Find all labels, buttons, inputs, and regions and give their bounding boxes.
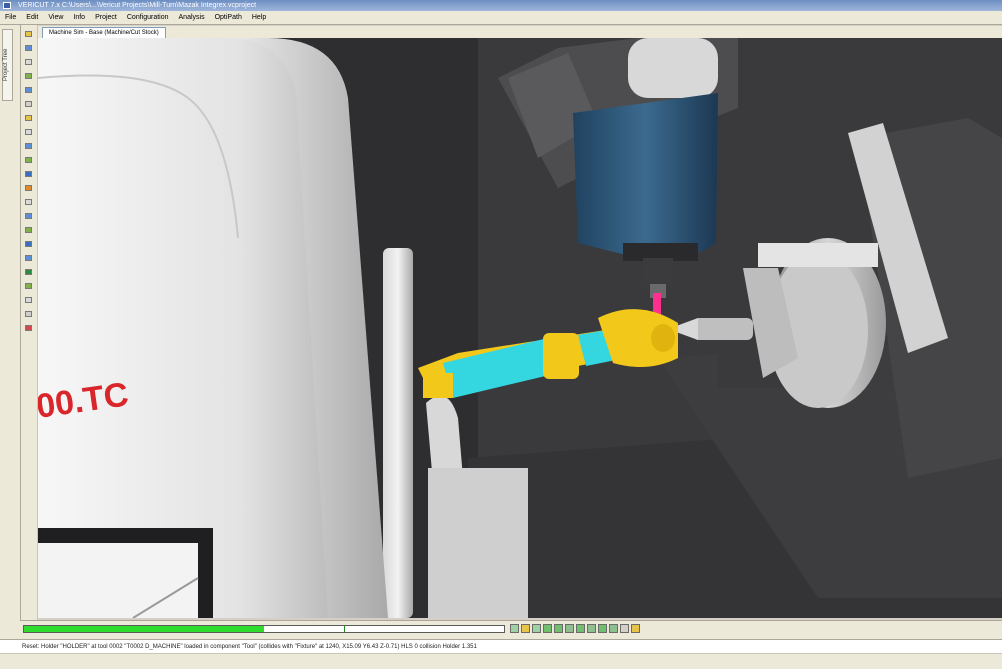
view-toolbar (21, 25, 38, 625)
sim-controls (510, 624, 640, 633)
layout-icon[interactable] (25, 255, 32, 261)
model-icon[interactable] (25, 199, 32, 205)
tool-holder (643, 258, 673, 286)
help-icon[interactable] (620, 624, 629, 633)
spindle-cap (628, 38, 718, 98)
error-icon[interactable] (25, 325, 32, 331)
window-title: VERICUT 7.x C:\Users\...\Vericut Project… (18, 2, 257, 9)
workpiece-end (423, 373, 453, 398)
chuck-jaw-top (758, 243, 878, 267)
live-center (693, 318, 753, 340)
check-icon[interactable] (25, 269, 32, 275)
menu-help[interactable]: Help (247, 14, 271, 21)
door-frame (383, 248, 413, 618)
zoom-icon[interactable] (25, 59, 32, 65)
window-titlebar: VERICUT 7.x C:\Users\...\Vericut Project… (0, 0, 1002, 11)
view-front-icon[interactable] (25, 115, 32, 121)
project-tree-tab[interactable]: Project Tree (2, 29, 13, 101)
stock-icon[interactable] (25, 227, 32, 233)
view-side-icon[interactable] (25, 143, 32, 149)
status-message: Reset: Holder "HOLDER" at tool 0002 "T00… (22, 644, 477, 650)
machine-viewport[interactable]: 00.TC (38, 38, 1002, 618)
tool-icon[interactable] (25, 213, 32, 219)
fit-icon[interactable] (25, 101, 32, 107)
simulation-progress (23, 625, 505, 633)
menu-file[interactable]: File (0, 14, 21, 21)
speed-icon[interactable] (576, 624, 585, 633)
save-icon[interactable] (25, 45, 32, 51)
spindle-head (573, 93, 718, 259)
pan-icon[interactable] (25, 73, 32, 79)
view-iso-icon[interactable] (25, 157, 32, 163)
machine-icon[interactable] (25, 241, 32, 247)
report-icon[interactable] (25, 297, 32, 303)
bottom-strip (0, 653, 1002, 669)
menu-edit[interactable]: Edit (21, 14, 43, 21)
close-icon[interactable] (609, 624, 618, 633)
workpiece-collar (543, 333, 579, 379)
settings-icon[interactable] (587, 624, 596, 633)
menu-view[interactable]: View (43, 14, 68, 21)
machine-scene: 00.TC (38, 38, 1002, 618)
section-icon[interactable] (25, 171, 32, 177)
left-panel: Project Tree (0, 25, 21, 655)
play-icon[interactable] (510, 624, 519, 633)
menu-optipath[interactable]: OptiPath (210, 14, 247, 21)
document-tabbar: Machine Sim - Base (Machine/Cut Stock) (38, 26, 1002, 38)
menu-info[interactable]: Info (68, 14, 90, 21)
step-icon[interactable] (532, 624, 541, 633)
pause-icon[interactable] (521, 624, 530, 633)
measure-icon[interactable] (25, 185, 32, 191)
info-icon[interactable] (598, 624, 607, 633)
open-icon[interactable] (25, 31, 32, 37)
status-bar: Reset: Holder "HOLDER" at tool 0002 "T00… (0, 639, 1002, 653)
simulation-toolbar (20, 620, 1002, 639)
app-icon (3, 2, 11, 9)
options-icon[interactable] (565, 624, 574, 633)
tab-machine-view[interactable]: Machine Sim - Base (Machine/Cut Stock) (42, 27, 166, 38)
compare-icon[interactable] (25, 283, 32, 289)
progress-marker (344, 626, 345, 632)
workpiece-bore (651, 324, 675, 352)
menu-project[interactable]: Project (90, 14, 122, 21)
view-top-icon[interactable] (25, 129, 32, 135)
menu-analysis[interactable]: Analysis (174, 14, 210, 21)
menu-bar: File Edit View Info Project Configuratio… (0, 11, 1002, 25)
rewind-icon[interactable] (554, 624, 563, 633)
door-window (38, 543, 198, 618)
rotate-icon[interactable] (25, 87, 32, 93)
progress-fill (24, 626, 264, 632)
stop-icon[interactable] (543, 624, 552, 633)
review-icon[interactable] (25, 311, 32, 317)
menu-configuration[interactable]: Configuration (122, 14, 174, 21)
extra-icon[interactable] (631, 624, 640, 633)
fixture-base (428, 468, 528, 618)
